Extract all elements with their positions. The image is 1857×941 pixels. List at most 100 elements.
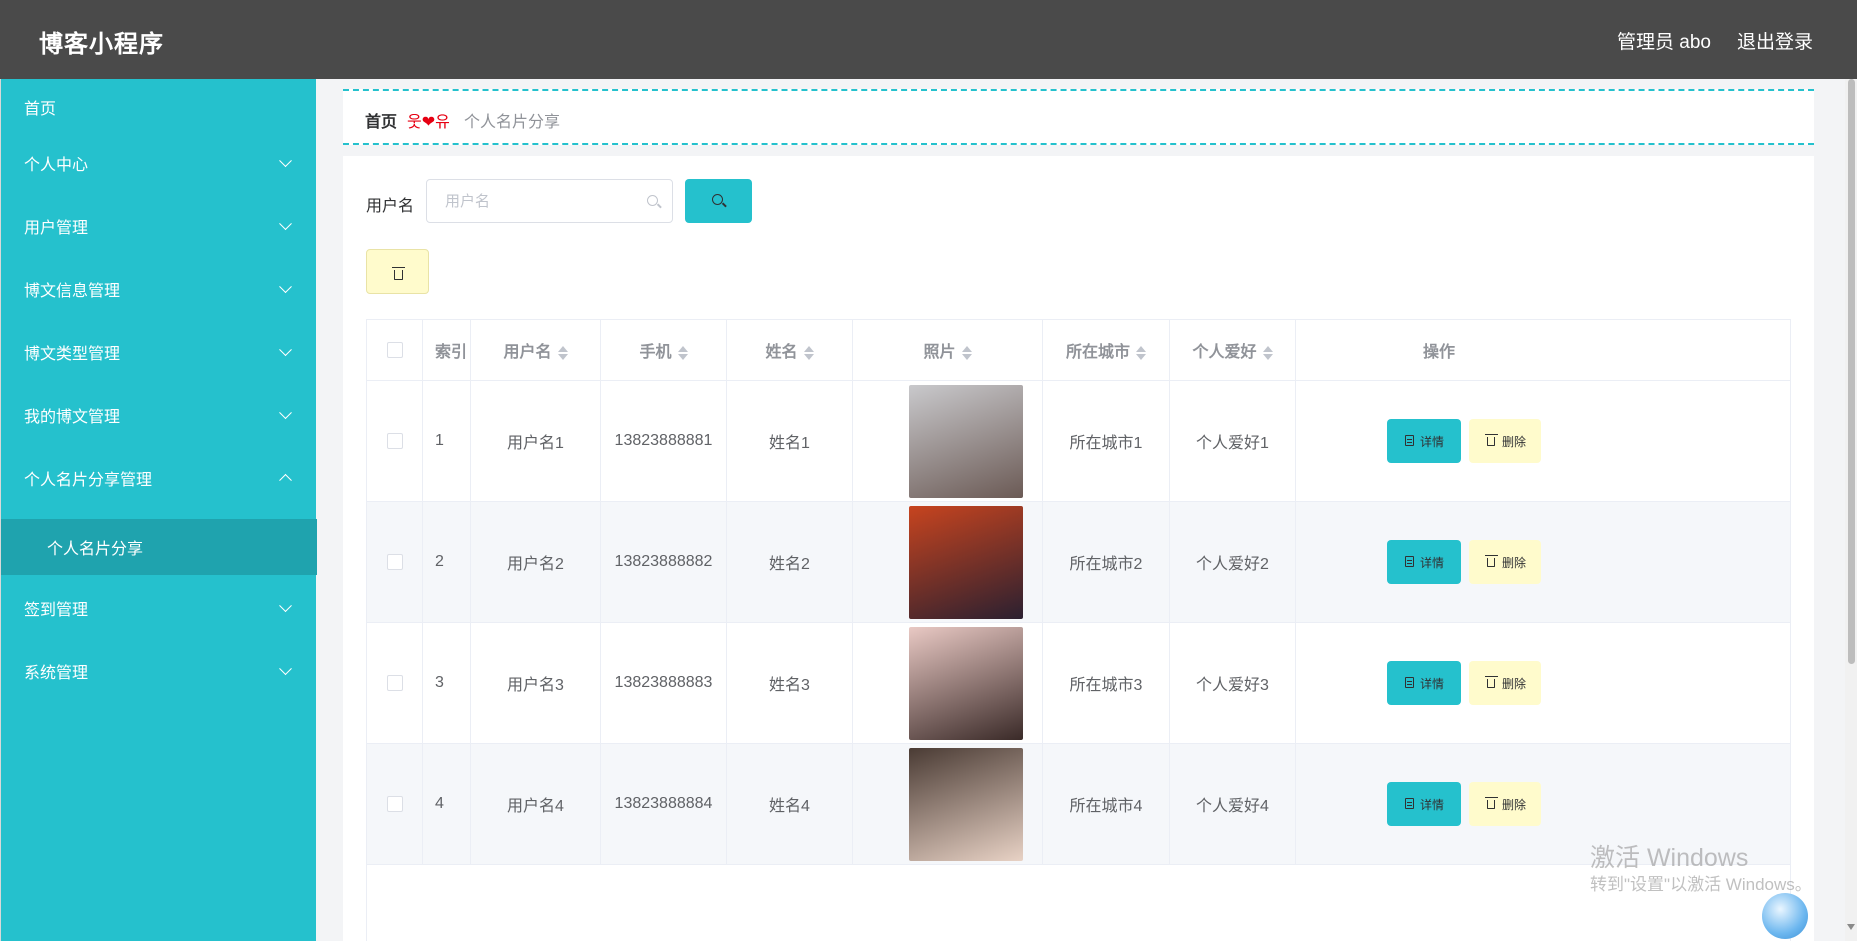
table-row: 4 用户名4 13823888884 姓名4 所在城市4 个人爱好4 详情 删除 [367, 744, 1790, 865]
cell-actions: 详情 删除 [1296, 502, 1790, 622]
vertical-scrollbar[interactable] [1845, 79, 1857, 941]
search-input[interactable] [428, 181, 638, 221]
logout-link[interactable]: 退出登录 [1737, 27, 1813, 54]
sidebar-item-post-type-management[interactable]: 博文类型管理 [1, 325, 317, 379]
avatar-photo[interactable] [909, 748, 1023, 861]
cell-text: 姓名4 [769, 798, 810, 815]
detail-button[interactable]: 详情 [1387, 661, 1461, 705]
sidebar-item-card-share[interactable]: 个人名片分享 [1, 519, 317, 575]
row-select-cell [367, 502, 423, 622]
scroll-down-arrow-icon[interactable] [1847, 924, 1855, 930]
document-icon [1405, 677, 1414, 688]
sidebar-item-system-management[interactable]: 系统管理 [1, 644, 317, 698]
batch-delete-button[interactable] [366, 249, 429, 294]
sidebar-item-home[interactable]: 首页 [1, 79, 317, 134]
document-icon [1405, 435, 1414, 446]
detail-button[interactable]: 详情 [1387, 540, 1461, 584]
search-button[interactable] [685, 179, 752, 223]
column-header-label: 所在城市 [1065, 344, 1130, 361]
column-header-name[interactable]: 姓名 [727, 320, 853, 380]
cell-username: 用户名2 [471, 502, 601, 622]
row-checkbox[interactable] [386, 554, 403, 570]
cell-index: 4 [423, 744, 471, 864]
sidebar-item-user-management[interactable]: 用户管理 [1, 199, 317, 253]
sidebar-item-checkin-management[interactable]: 签到管理 [1, 581, 317, 635]
row-checkbox[interactable] [386, 796, 403, 812]
breadcrumb-current: 个人名片分享 [464, 114, 561, 131]
cell-text: 1 [435, 432, 444, 449]
column-header-label: 手机 [639, 344, 672, 361]
avatar-photo[interactable] [909, 506, 1023, 619]
cell-name: 姓名3 [727, 623, 853, 743]
cell-text: 3 [435, 674, 444, 691]
sidebar-item-label: 首页 [24, 100, 57, 118]
sort-icon[interactable] [677, 345, 688, 361]
sidebar-item-my-posts[interactable]: 我的博文管理 [1, 388, 317, 442]
breadcrumb-home[interactable]: 首页 [365, 108, 397, 132]
cell-text: 所在城市4 [1069, 798, 1143, 815]
column-header-hobby[interactable]: 个人爱好 [1170, 320, 1296, 380]
cell-username: 用户名1 [471, 381, 601, 501]
floating-assistant-icon[interactable] [1762, 893, 1808, 939]
sidebar-item-post-info-management[interactable]: 博文信息管理 [1, 262, 317, 316]
cell-index: 1 [423, 381, 471, 501]
button-label: 详情 [1420, 798, 1445, 812]
column-header-label: 照片 [923, 344, 956, 361]
top-header: 博客小程序 管理员 abo 退出登录 [0, 0, 1857, 79]
cell-text: 用户名1 [507, 435, 564, 452]
chevron-down-icon [279, 217, 292, 231]
scrollbar-thumb[interactable] [1848, 79, 1855, 664]
column-header-phone[interactable]: 手机 [601, 320, 727, 380]
cell-name: 姓名2 [727, 502, 853, 622]
activation-watermark-title: 激活 Windows [1590, 844, 1749, 872]
sidebar-item-label: 博文类型管理 [24, 346, 121, 363]
row-checkbox[interactable] [386, 675, 403, 691]
column-header-username[interactable]: 用户名 [471, 320, 601, 380]
sidebar-menu: 首页 个人中心 用户管理 博文信息管理 博文类型管理 我的博文管理 个人名片分享… [0, 79, 317, 941]
cell-username: 用户名3 [471, 623, 601, 743]
chevron-down-icon [279, 154, 292, 168]
cell-phone: 13823888882 [601, 502, 727, 622]
search-icon [647, 195, 658, 206]
column-header-photo[interactable]: 照片 [853, 320, 1043, 380]
sort-icon[interactable] [557, 345, 568, 361]
chevron-down-icon [279, 343, 292, 357]
search-label: 用户名 [366, 198, 415, 215]
cell-text: 姓名1 [769, 435, 810, 452]
current-user[interactable]: 管理员 abo [1617, 27, 1711, 54]
table-row: 3 用户名3 13823888883 姓名3 所在城市3 个人爱好3 详情 删除 [367, 623, 1790, 744]
cell-photo [853, 502, 1043, 622]
column-header-city[interactable]: 所在城市 [1043, 320, 1170, 380]
cell-text: 所在城市3 [1069, 677, 1143, 694]
delete-button[interactable]: 删除 [1469, 782, 1541, 826]
cell-text: 姓名3 [769, 677, 810, 694]
app-title: 博客小程序 [39, 31, 164, 58]
delete-button[interactable]: 删除 [1469, 419, 1541, 463]
button-label: 详情 [1420, 435, 1445, 449]
sidebar-item-personal-center[interactable]: 个人中心 [1, 136, 317, 190]
sort-icon[interactable] [803, 345, 814, 361]
column-header-index: 索引 [423, 320, 471, 380]
delete-button[interactable]: 删除 [1469, 661, 1541, 705]
chevron-down-icon [279, 406, 292, 420]
cell-text: 个人爱好4 [1196, 798, 1269, 815]
detail-button[interactable]: 详情 [1387, 782, 1461, 826]
sort-icon[interactable] [1262, 345, 1273, 361]
sort-icon[interactable] [961, 345, 972, 361]
document-icon [1405, 556, 1414, 567]
button-label: 删除 [1502, 798, 1527, 812]
delete-button[interactable]: 删除 [1469, 540, 1541, 584]
detail-button[interactable]: 详情 [1387, 419, 1461, 463]
select-all-checkbox[interactable] [386, 342, 403, 358]
search-field[interactable] [426, 179, 673, 223]
cell-photo [853, 744, 1043, 864]
cell-index: 2 [423, 502, 471, 622]
sidebar-item-label: 系统管理 [24, 665, 89, 682]
sidebar-item-card-share-management[interactable]: 个人名片分享管理 [1, 451, 317, 505]
cell-text: 姓名2 [769, 556, 810, 573]
row-checkbox[interactable] [386, 433, 403, 449]
sort-icon[interactable] [1136, 345, 1146, 361]
avatar-photo[interactable] [909, 627, 1023, 740]
cell-text: 个人爱好2 [1196, 556, 1269, 573]
avatar-photo[interactable] [909, 385, 1023, 498]
